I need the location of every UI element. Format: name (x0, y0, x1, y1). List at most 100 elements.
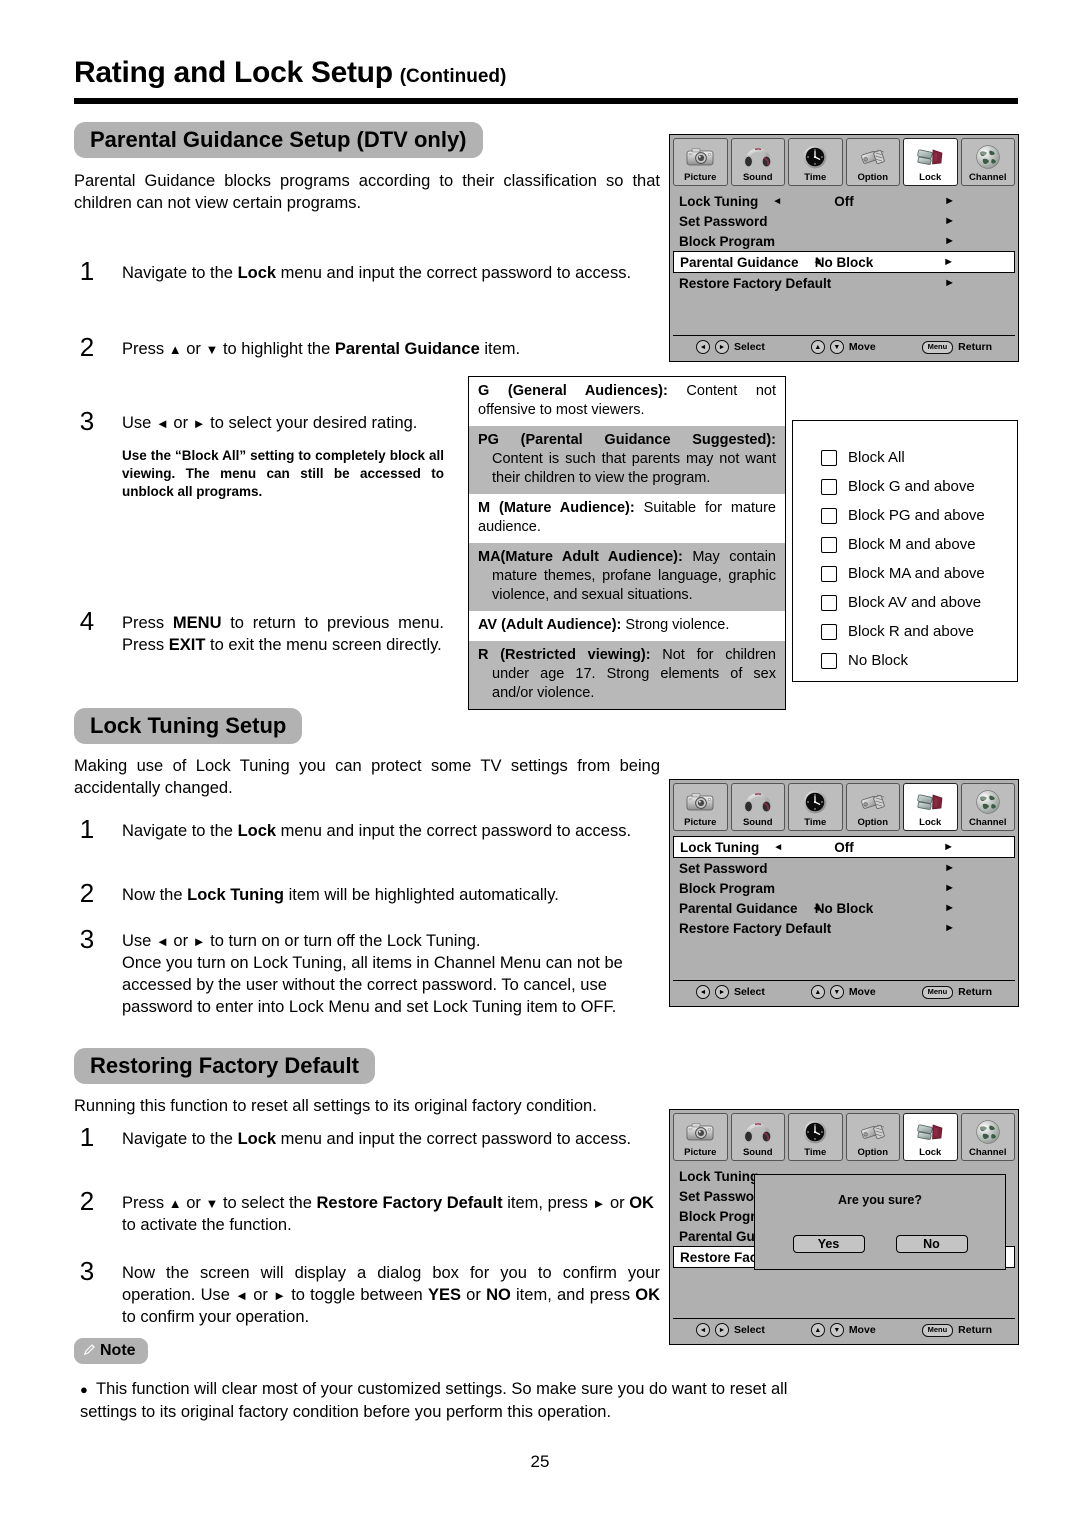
block-option-item[interactable]: Block PG and above (821, 501, 1017, 530)
step-parental-4: 4 Press MENU to return to previous menu.… (74, 607, 444, 656)
osd-tab-time[interactable]: Time (788, 783, 843, 831)
block-option-item[interactable]: Block All (821, 443, 1017, 472)
block-option-item[interactable]: Block AV and above (821, 588, 1017, 617)
block-option-item[interactable]: Block M and above (821, 530, 1017, 559)
osd-menu-row[interactable]: Restore Factory Default ► (673, 273, 1015, 293)
osd-tab-option[interactable]: Option (845, 138, 900, 186)
osd-tab-lock[interactable]: Lock (903, 783, 958, 831)
step-text: Press ▲ or ▼ to highlight the Parental G… (122, 340, 521, 358)
chevron-right-icon[interactable]: ► (943, 256, 954, 268)
checkbox-icon[interactable] (821, 536, 837, 553)
page-number: 25 (530, 1452, 550, 1471)
osd-tab-time[interactable]: Time (788, 1113, 843, 1161)
chevron-right-icon[interactable]: ► (944, 195, 955, 207)
section-heading-lock-tuning: Lock Tuning Setup (74, 708, 303, 744)
note-bullet: ● (80, 1382, 88, 1397)
osd-menu-row[interactable]: Restore Factory Default ► (673, 918, 1015, 938)
rating-row: M (Mature Audience): Suitable for mature… (469, 494, 785, 543)
osd-hint-return: Menu Return (921, 340, 992, 354)
block-option-item[interactable]: Block MA and above (821, 559, 1017, 588)
block-option-item[interactable]: No Block (821, 646, 1017, 675)
osd-tab-channel[interactable]: Channel (960, 783, 1015, 831)
osd-hint-select: ◄ ► Select (695, 1323, 765, 1337)
up-down-keys-icon: ▼ (829, 1323, 844, 1337)
checkbox-icon[interactable] (821, 594, 837, 611)
osd-menu-row[interactable]: Block Program ► (673, 878, 1015, 898)
osd-tab-label: Option (857, 1147, 889, 1158)
chevron-right-icon[interactable]: ► (944, 277, 955, 289)
clock-icon (789, 787, 842, 817)
tv-osd-menu-lock-tuning: Picture Sound Time Option Lock Channel L… (669, 779, 1019, 1007)
osd-menu-row[interactable]: Parental Guidance ◄ No Block ► (673, 251, 1015, 273)
block-option-label: Block R and above (848, 623, 974, 640)
osd-tab-lock[interactable]: Lock (903, 138, 958, 186)
osd-menu-row[interactable]: Lock Tuning ◄ Off ► (673, 836, 1015, 858)
osd-tab-picture[interactable]: Picture (673, 1113, 728, 1161)
osd-tab-sound[interactable]: Sound (730, 138, 785, 186)
block-option-label: Block All (848, 449, 905, 466)
osd-menu-row[interactable]: Block Program ► (673, 231, 1015, 251)
osd-tab-option[interactable]: Option (845, 1113, 900, 1161)
no-button[interactable]: No (895, 1235, 968, 1253)
checkbox-icon[interactable] (821, 478, 837, 495)
left-right-keys-icon: ◄ (695, 1323, 710, 1337)
chevron-left-icon[interactable]: ◄ (773, 842, 783, 853)
padlock-icon (904, 787, 957, 817)
chevron-right-icon[interactable]: ► (944, 862, 955, 874)
osd-menu-row[interactable]: Set Password ► (673, 858, 1015, 878)
block-option-item[interactable]: Block R and above (821, 617, 1017, 646)
osd-hint-label: Select (733, 986, 765, 998)
osd-tab-label: Time (804, 172, 827, 183)
checkbox-icon[interactable] (821, 507, 837, 524)
restoring-intro-paragraph: Running this function to reset all setti… (74, 1097, 597, 1115)
osd-hint-label: Move (848, 986, 876, 998)
manual-page: Rating and Lock Setup (Continued) Parenta… (0, 0, 1080, 1527)
osd-tab-sound[interactable]: Sound (730, 1113, 785, 1161)
chevron-right-icon[interactable]: ► (944, 882, 955, 894)
osd-tab-sound[interactable]: Sound (730, 783, 785, 831)
rating-code: MA(Mature Adult Audience): (478, 549, 683, 565)
osd-menu-row[interactable]: Set Password ► (673, 211, 1015, 231)
step-text: Press MENU to return to previous menu. P… (122, 614, 444, 654)
block-option-item[interactable]: Block G and above (821, 472, 1017, 501)
osd-tab-time[interactable]: Time (788, 138, 843, 186)
camera-icon (674, 787, 727, 817)
osd-tab-channel[interactable]: Channel (960, 1113, 1015, 1161)
pencil-icon (82, 1342, 97, 1362)
checkbox-icon[interactable] (821, 565, 837, 582)
chevron-right-icon[interactable]: ► (944, 922, 955, 934)
chevron-right-icon[interactable]: ► (944, 902, 955, 914)
page-title-main: Rating and Lock Setup (74, 56, 393, 89)
step-text: Navigate to the Lock menu and input the … (122, 1130, 632, 1148)
rating-code: G (General Audiences): (478, 383, 668, 399)
osd-tab-picture[interactable]: Picture (673, 783, 728, 831)
osd-menu-row[interactable]: Lock Tuning ◄ Off ► (673, 191, 1015, 211)
osd-row-label: Lock Tuning (679, 1168, 759, 1184)
osd-hint-label: Return (958, 1324, 993, 1336)
osd-tab-channel[interactable]: Channel (960, 138, 1015, 186)
osd-tab-bar: Picture Sound Time Option Lock Channel (670, 780, 1018, 831)
chevron-right-icon[interactable]: ► (943, 841, 954, 853)
osd-tab-label: Channel (969, 1147, 1007, 1158)
step-number: 1 (79, 256, 95, 286)
menu-key-icon: Menu (921, 1323, 954, 1337)
osd-row-label: Lock Tuning (680, 839, 760, 855)
osd-tab-option[interactable]: Option (845, 783, 900, 831)
checkbox-icon[interactable] (821, 449, 837, 466)
osd-hint-select: ◄ ► Select (695, 985, 765, 999)
tv-osd-menu-parental-guidance: Picture Sound Time Option Lock Channel L… (669, 134, 1019, 362)
checkbox-icon[interactable] (821, 652, 837, 669)
menu-key-icon: Menu (921, 985, 954, 999)
step-restore-2: 2 Press ▲ or ▼ to select the Restore Fac… (74, 1187, 660, 1236)
chevron-right-icon[interactable]: ► (944, 235, 955, 247)
note-badge: Note (74, 1338, 148, 1364)
osd-menu-row[interactable]: Parental Guidance ◄ No Block ► (673, 898, 1015, 918)
checkbox-icon[interactable] (821, 623, 837, 640)
ratings-definition-table: G (General Audiences): Content not offen… (468, 376, 786, 710)
yes-button[interactable]: Yes (792, 1235, 865, 1253)
osd-tab-lock[interactable]: Lock (903, 1113, 958, 1161)
osd-tab-picture[interactable]: Picture (673, 138, 728, 186)
chevron-right-icon[interactable]: ► (944, 215, 955, 227)
block-option-label: Block AV and above (848, 594, 982, 611)
chevron-left-icon[interactable]: ◄ (772, 196, 782, 207)
